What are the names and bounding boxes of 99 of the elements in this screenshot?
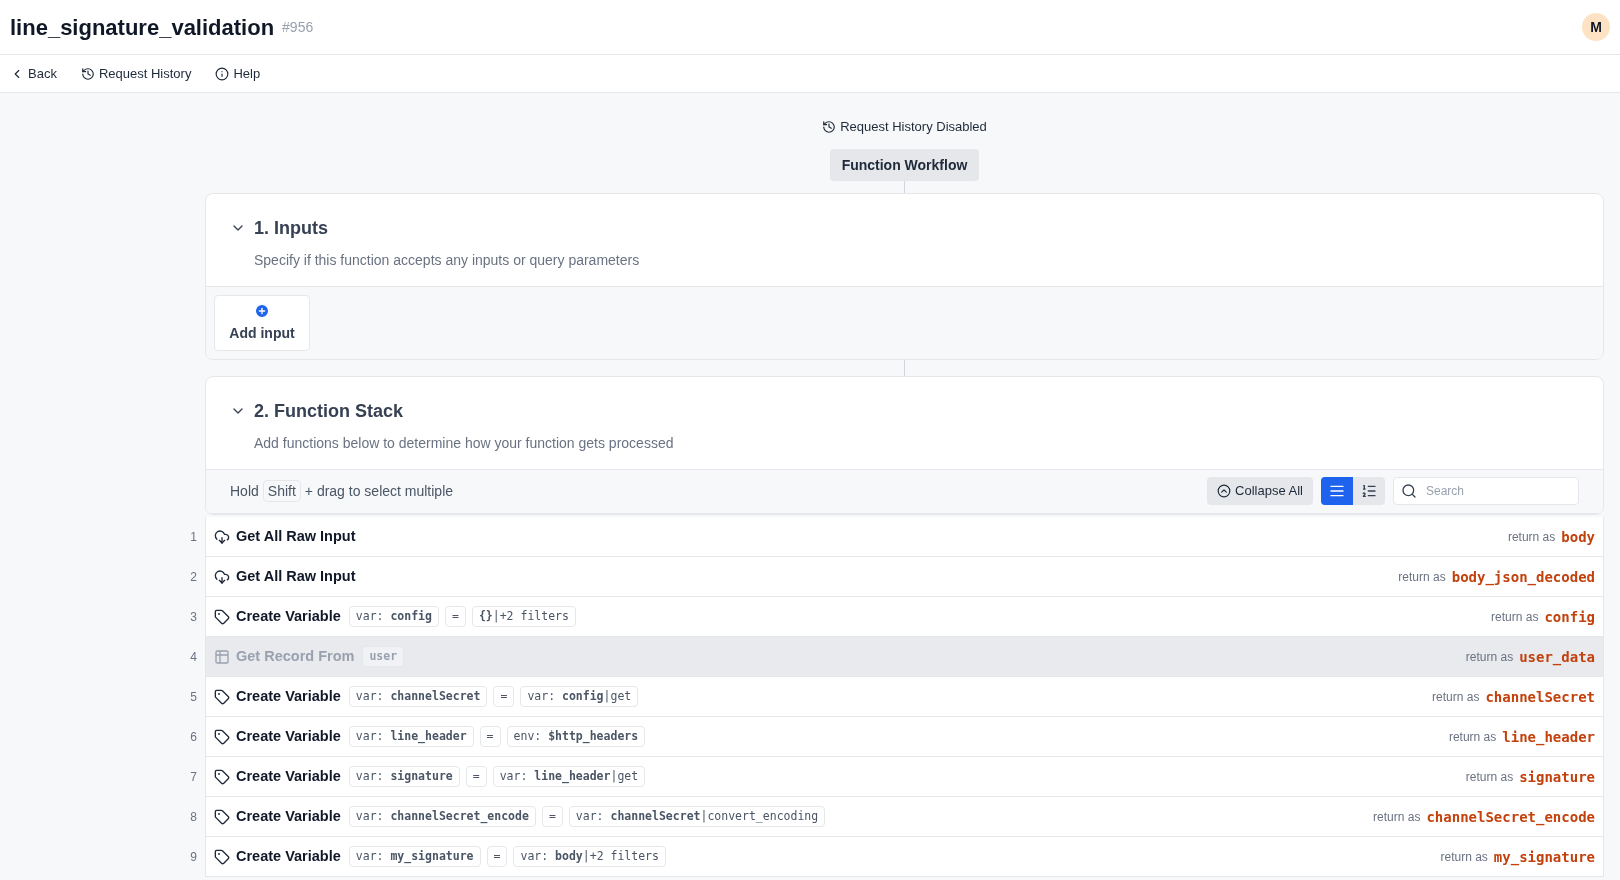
function-row[interactable]: Get All Raw Input return as body [205,517,1604,557]
line-number: 9 [189,849,198,866]
return-variable: user_data [1519,647,1595,667]
function-title: Get Record From [236,646,355,666]
view-toggle[interactable] [1321,477,1353,505]
info-icon [215,66,230,81]
section-title: 1. Inputs [254,216,328,240]
tag-icon [214,768,230,785]
function-title: Create Variable [236,846,341,866]
expression-chip: var: line_header [348,725,474,748]
return-variable: body [1561,527,1595,547]
expression-chip: user [362,645,405,668]
section-description: Specify if this function accepts any inputs or query parameters [254,250,641,270]
expression-chip: var: config [348,605,439,628]
return-label: return as [1432,688,1480,705]
return-label: return as [1465,648,1514,665]
chevron-circle-icon [1217,484,1232,498]
return-label: return as [1491,608,1539,625]
page-title: line_signature_validation [10,13,275,42]
return-variable: body_json_decoded [1451,567,1595,587]
return-label: return as [1373,808,1421,825]
tag-icon [214,688,230,705]
return-variable: channelSecret_encode [1426,807,1595,827]
function-title: Get All Raw Input [236,566,356,586]
search-icon [1401,483,1417,499]
function-title: Create Variable [236,806,341,826]
line-number: 3 [189,609,198,626]
expression-chip: var: my_signature [348,845,481,868]
line-number: 5 [189,689,198,706]
expression-chip: var: channelSecret_encode [348,805,536,828]
expression-chip: env: $http_headers [506,725,646,748]
function-row[interactable]: Create Variable var: signature = var: line_header|get return as signature [205,757,1604,797]
collapse-all-button[interactable]: Collapse All [1207,477,1313,505]
return-variable: channelSecret [1485,687,1595,707]
history-icon [80,66,95,81]
return-variable: config [1544,607,1595,627]
expression-chip: var: line_header|get [492,765,646,788]
section-description: Add functions below to determine how your function gets processed [254,433,675,453]
nav-link[interactable]: Request History [80,63,192,84]
line-number: 1 [189,529,198,546]
history-icon [822,119,837,134]
hint-text: + drag to select multiple [304,482,454,501]
line-number: 2 [189,569,198,586]
line-number: 6 [189,729,198,746]
expression-chip: var: channelSecret [348,685,488,708]
section-title: 2. Function Stack [254,399,404,423]
shift-key: Shift [262,480,301,502]
function-title: Create Variable [236,606,341,626]
expression-chip: var: channelSecret|convert_encoding [568,805,826,828]
return-label: return as [1448,728,1497,745]
expression-chip: var: config|get [520,685,639,708]
plus-circle-icon [254,302,270,319]
return-label: return as [1398,568,1446,585]
nav-link[interactable]: Back [10,63,57,84]
tag-icon [214,608,230,625]
workflow-label: Function Workflow [829,148,980,181]
return-variable: my_signature [1493,847,1595,867]
expression-chip: = [444,605,466,628]
function-title: Create Variable [236,686,341,706]
expression-chip: = [465,765,487,788]
add-input-button[interactable]: Add input [214,294,310,351]
hint-text: Hold [230,482,259,501]
function-title: Get All Raw Input [236,526,356,546]
list-icon [1329,483,1345,499]
expression-chip: = [493,685,515,708]
function-row[interactable]: Create Variable var: channelSecret = var: config|get return as channelSecret [205,677,1604,717]
tag-icon [214,808,230,825]
tag-icon [214,848,230,865]
return-label: return as [1465,768,1514,785]
function-row[interactable]: Get All Raw Input return as body_json_decoded [205,557,1604,597]
nav-link[interactable]: Help [215,63,261,84]
return-label: return as [1507,528,1556,545]
cloud-download-icon [214,528,230,545]
return-variable: line_header [1502,727,1595,747]
function-row[interactable]: Create Variable var: channelSecret_encode = var: channelSecret|convert_encoding return as channelSecret_encode [205,797,1604,837]
user-avatar[interactable]: M [1582,13,1610,41]
table-icon [214,648,230,665]
function-title: Create Variable [236,766,341,786]
expression-chip: = [541,805,563,828]
line-number: 8 [189,809,198,826]
expression-chip: var: body|+2 filters [513,845,666,868]
function-id: #956 [282,18,314,37]
return-label: return as [1440,848,1488,865]
function-row[interactable]: Create Variable var: line_header = env: $http_headers return as line_header [205,717,1604,757]
history-notice: Request History Disabled [822,117,987,137]
function-title: Create Variable [236,726,341,746]
expression-chip: {}|+2 filters [471,605,576,628]
function-row[interactable]: Create Variable var: config = {}|+2 filters return as config [205,597,1604,637]
search-field[interactable]: Search [1393,477,1579,505]
expression-chip: var: signature [348,765,460,788]
expression-chip: = [479,725,501,748]
line-number: 4 [189,649,198,666]
function-row[interactable]: Create Variable var: my_signature = var: body|+2 filters return as my_signature [205,837,1604,877]
cloud-download-icon [214,568,230,585]
expression-chip: = [486,845,508,868]
tag-icon [214,728,230,745]
line-number: 7 [189,769,198,786]
ordered-list-icon [1361,483,1377,499]
return-variable: signature [1519,767,1595,787]
